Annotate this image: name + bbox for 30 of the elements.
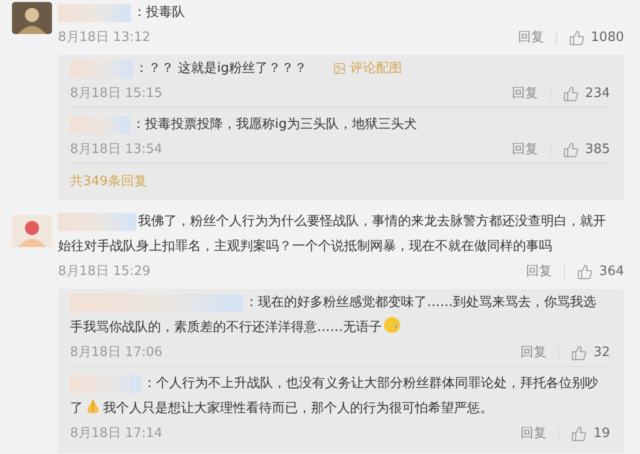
reply-button[interactable]: 回复 (520, 343, 546, 363)
like-icon[interactable] (571, 345, 588, 361)
comment-image-link[interactable]: 评论配图 (333, 60, 402, 77)
avatar[interactable] (12, 215, 52, 247)
reply-button[interactable]: 回复 (520, 424, 546, 444)
comment-date: 8月18日 17:14 (70, 425, 162, 444)
reply-button[interactable]: 回复 (512, 140, 538, 160)
reply-button[interactable]: 回复 (512, 84, 538, 104)
like-count: 19 (593, 425, 610, 444)
more-replies-link[interactable]: 共349条回复 (70, 169, 147, 194)
reply-button[interactable]: 回复 (526, 262, 552, 282)
reply-button[interactable]: 回复 (518, 28, 544, 48)
comment-date: 8月18日 17:06 (70, 344, 162, 362)
like-icon[interactable] (563, 142, 580, 158)
like-icon[interactable] (577, 264, 594, 280)
comment-date: 8月18日 13:54 (70, 141, 162, 160)
comment-date: 8月18日 13:12 (58, 29, 150, 48)
like-count: 385 (585, 141, 610, 160)
like-count: 234 (585, 85, 610, 104)
like-count: 364 (599, 263, 624, 282)
like-count: 32 (593, 344, 610, 362)
like-icon[interactable] (571, 426, 588, 442)
image-icon (333, 62, 346, 75)
sweat-emoji-icon (383, 316, 401, 334)
comment-date: 8月18日 15:29 (58, 263, 150, 282)
like-icon[interactable] (563, 86, 580, 102)
like-icon[interactable] (568, 30, 585, 46)
like-count: 1080 (590, 29, 624, 48)
comment-date: 8月18日 15:15 (70, 85, 162, 104)
avatar[interactable] (12, 2, 52, 34)
